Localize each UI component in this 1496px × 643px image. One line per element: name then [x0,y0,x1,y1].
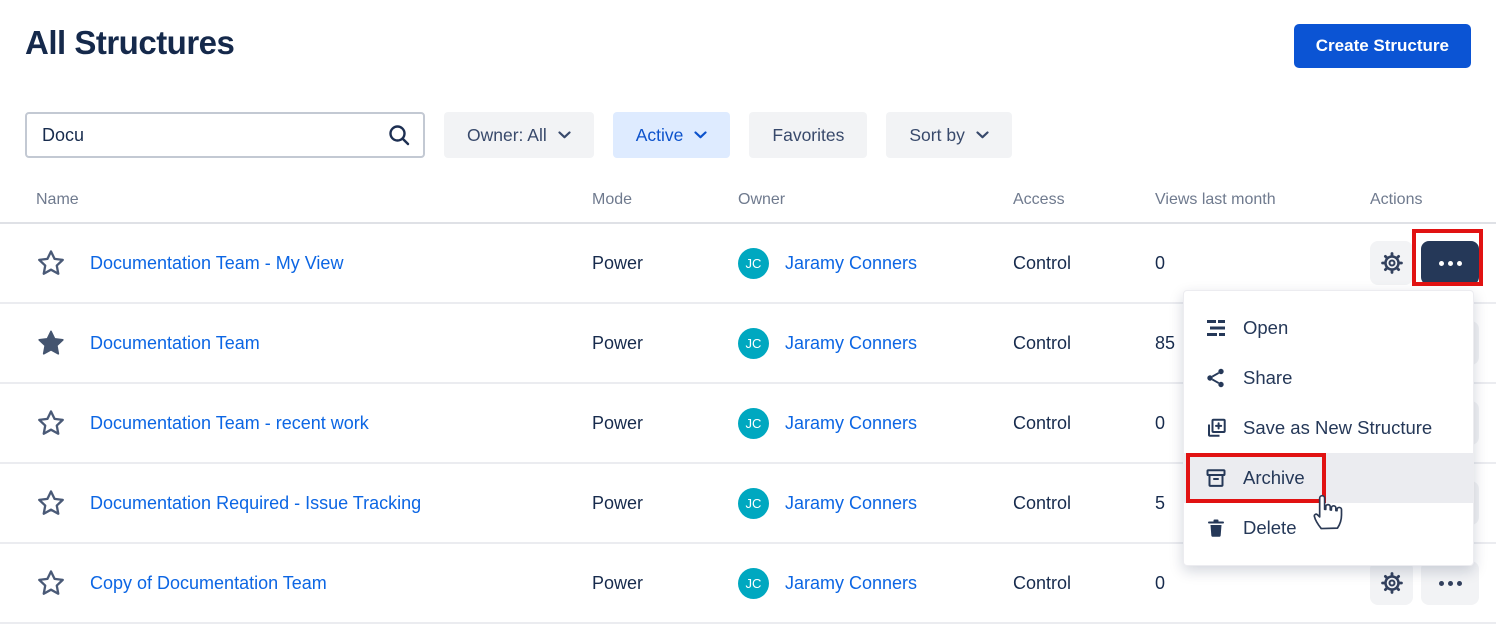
access-value: Control [1013,253,1155,274]
menu-item-label: Open [1243,317,1288,339]
structure-name-link[interactable]: Documentation Required - Issue Tracking [90,493,421,513]
trash-icon [1204,516,1228,540]
sort-by-label: Sort by [909,125,964,146]
structure-name-link[interactable]: Copy of Documentation Team [90,573,327,593]
status-filter-label: Active [636,125,684,146]
menu-item-label: Save as New Structure [1243,417,1432,439]
column-header-owner: Owner [738,191,1013,209]
favorites-filter-button[interactable]: Favorites [749,112,867,158]
column-header-mode: Mode [592,191,738,209]
archive-icon [1204,466,1228,490]
filter-bar: Owner: All Active Favorites Sort by [25,112,1012,158]
favorites-filter-label: Favorites [772,125,844,146]
owner-link[interactable]: Jaramy Conners [785,573,917,594]
owner-avatar: JC [738,328,769,359]
structure-name-link[interactable]: Documentation Team - My View [90,253,343,273]
star-outline-icon [36,248,66,278]
mode-value: Power [592,573,738,594]
menu-item-delete[interactable]: Delete [1184,503,1473,553]
owner-avatar: JC [738,488,769,519]
column-header-name: Name [36,191,592,209]
owner-filter-label: Owner: All [467,125,547,146]
more-actions-button[interactable] [1421,241,1479,285]
access-value: Control [1013,573,1155,594]
star-outline-icon [36,568,66,598]
mode-value: Power [592,253,738,274]
chevron-down-icon [694,131,707,139]
more-actions-button[interactable] [1421,561,1479,605]
mode-value: Power [592,413,738,434]
share-icon [1204,366,1228,390]
favorite-star[interactable] [36,328,66,358]
favorite-star[interactable] [36,248,66,278]
sort-by-button[interactable]: Sort by [886,112,1011,158]
copy-plus-icon [1204,416,1228,440]
chevron-down-icon [976,131,989,139]
structure-icon [1204,316,1228,340]
star-filled-icon [36,328,66,358]
owner-link[interactable]: Jaramy Conners [785,253,917,274]
gear-icon [1379,250,1405,276]
column-header-views: Views last month [1155,191,1370,209]
table-header-row: Name Mode Owner Access Views last month … [0,157,1496,224]
owner-avatar: JC [738,568,769,599]
structure-name-link[interactable]: Documentation Team - recent work [90,413,369,433]
page-title: All Structures [25,24,234,62]
gear-icon [1379,570,1405,596]
menu-item-label: Archive [1243,467,1305,489]
owner-link[interactable]: Jaramy Conners [785,413,917,434]
owner-avatar: JC [738,248,769,279]
owner-link[interactable]: Jaramy Conners [785,493,917,514]
access-value: Control [1013,493,1155,514]
owner-filter-button[interactable]: Owner: All [444,112,594,158]
access-value: Control [1013,333,1155,354]
settings-button[interactable] [1370,241,1413,285]
favorite-star[interactable] [36,568,66,598]
search-icon [386,122,412,153]
star-outline-icon [36,408,66,438]
menu-item-share[interactable]: Share [1184,353,1473,403]
context-menu: Open Share Save as New Structure Archive… [1183,290,1474,566]
favorite-star[interactable] [36,408,66,438]
menu-item-archive[interactable]: Archive [1184,453,1473,503]
favorite-star[interactable] [36,488,66,518]
menu-item-open[interactable]: Open [1184,303,1473,353]
status-filter-button[interactable]: Active [613,112,731,158]
access-value: Control [1013,413,1155,434]
search-input[interactable] [25,112,425,158]
chevron-down-icon [558,131,571,139]
owner-avatar: JC [738,408,769,439]
mode-value: Power [592,493,738,514]
owner-link[interactable]: Jaramy Conners [785,333,917,354]
menu-item-label: Share [1243,367,1292,389]
menu-item-label: Delete [1243,517,1296,539]
mode-value: Power [592,333,738,354]
column-header-access: Access [1013,191,1155,209]
views-value: 0 [1155,573,1370,594]
views-value: 0 [1155,253,1370,274]
menu-item-save-as-new-structure[interactable]: Save as New Structure [1184,403,1473,453]
create-structure-button[interactable]: Create Structure [1294,24,1471,68]
column-header-actions: Actions [1370,191,1475,209]
star-outline-icon [36,488,66,518]
search-field-wrap [25,112,425,158]
settings-button[interactable] [1370,561,1413,605]
all-structures-page: All Structures Create Structure Owner: A… [0,0,1496,643]
structure-name-link[interactable]: Documentation Team [90,333,260,353]
